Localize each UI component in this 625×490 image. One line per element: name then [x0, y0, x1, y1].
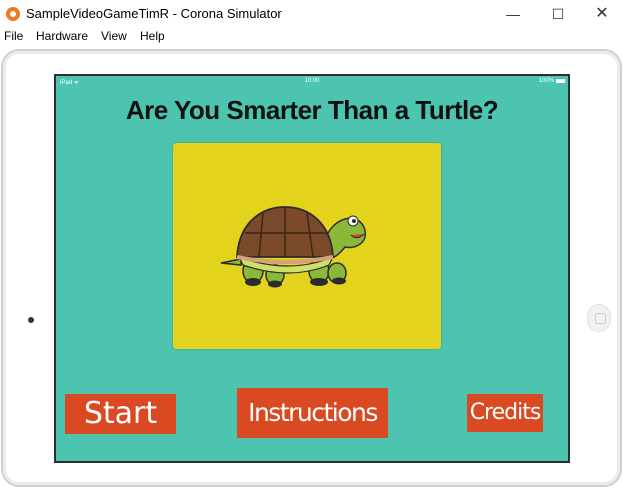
battery-icon: [556, 79, 565, 83]
minimize-button[interactable]: —: [490, 0, 536, 28]
status-battery-percent: 100%: [538, 78, 554, 84]
menu-file[interactable]: File: [4, 29, 23, 43]
window-title: SampleVideoGameTimR - Corona Simulator: [26, 6, 282, 21]
status-bar: iPad ᯤ 10:00 100%: [56, 76, 568, 88]
maximize-button[interactable]: ☐: [535, 0, 581, 28]
menu-view[interactable]: View: [101, 29, 127, 43]
credits-button[interactable]: Credits: [467, 394, 543, 432]
window-titlebar: SampleVideoGameTimR - Corona Simulator —…: [0, 0, 625, 28]
close-button[interactable]: ✕: [579, 0, 625, 28]
menu-help[interactable]: Help: [140, 29, 165, 43]
title-picture: [173, 143, 441, 349]
instructions-button[interactable]: Instructions: [237, 388, 388, 438]
camera-icon: [28, 317, 34, 323]
turtle-icon: [220, 206, 367, 288]
status-time: 10:00: [304, 78, 320, 84]
start-button[interactable]: Start: [65, 394, 176, 434]
corona-app-icon: [6, 7, 20, 21]
menu-bar: File Hardware View Help: [0, 28, 625, 46]
app-screen: iPad ᯤ 10:00 100% Are You Smarter Than a…: [54, 74, 570, 463]
game-title: Are You Smarter Than a Turtle?: [125, 95, 499, 125]
home-button[interactable]: [587, 304, 611, 332]
menu-hardware[interactable]: Hardware: [36, 29, 88, 43]
